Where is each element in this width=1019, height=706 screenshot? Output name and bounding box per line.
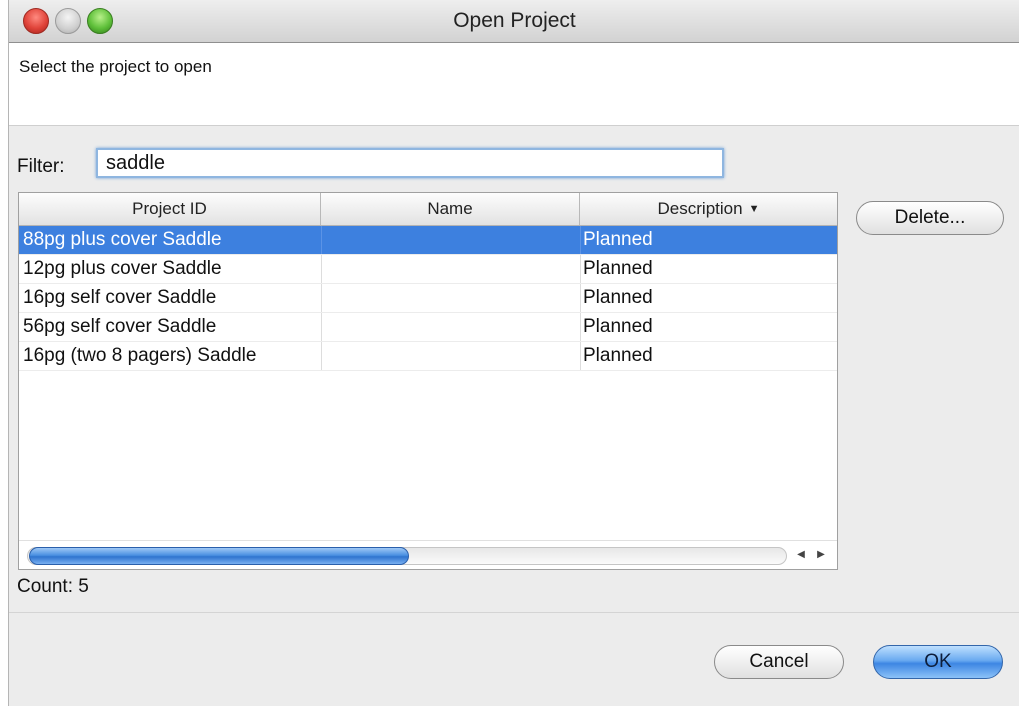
cancel-button[interactable]: Cancel — [714, 645, 844, 679]
projects-table: Project ID Name Description ▼ 88pg plus c… — [18, 192, 838, 570]
cell-project-id: 16pg self cover Saddle — [23, 287, 217, 308]
cell-name — [321, 226, 580, 254]
column-header-description[interactable]: Description ▼ — [580, 193, 837, 225]
cell-project-id: 16pg (two 8 pagers) Saddle — [23, 345, 257, 366]
cell-description: Planned — [580, 226, 840, 254]
ok-button[interactable]: OK — [873, 645, 1003, 679]
table-row[interactable]: 56pg self cover Saddle Planned — [19, 313, 837, 342]
sort-descending-icon: ▼ — [748, 203, 760, 215]
result-count: Count: 5 — [17, 576, 89, 597]
delete-button[interactable]: Delete... — [856, 201, 1004, 235]
dialog-header: Select the project to open — [9, 43, 1019, 126]
cell-description: Planned — [580, 313, 840, 341]
instruction-text: Select the project to open — [19, 57, 212, 76]
footer-divider — [9, 612, 1019, 613]
table-header: Project ID Name Description ▼ — [19, 193, 837, 226]
scroll-left-icon[interactable]: ◀ — [793, 547, 809, 563]
title-bar[interactable]: Open Project — [9, 0, 1019, 43]
cell-description: Planned — [580, 342, 840, 370]
cell-name — [321, 313, 580, 341]
cell-name — [321, 255, 580, 283]
cell-name — [321, 284, 580, 312]
cell-description: Planned — [580, 284, 840, 312]
scroll-right-icon[interactable]: ▶ — [813, 547, 829, 563]
filter-input[interactable] — [96, 148, 724, 178]
window-title: Open Project — [453, 9, 576, 32]
column-header-project-id[interactable]: Project ID — [19, 193, 321, 225]
table-row[interactable]: 16pg (two 8 pagers) Saddle Planned — [19, 342, 837, 371]
cell-project-id: 12pg plus cover Saddle — [23, 258, 222, 279]
column-header-name[interactable]: Name — [321, 193, 580, 225]
cell-name — [321, 342, 580, 370]
table-body: 88pg plus cover Saddle Planned 12pg plus c… — [19, 226, 837, 371]
table-row[interactable]: 16pg self cover Saddle Planned — [19, 284, 837, 313]
horizontal-scrollbar[interactable]: ◀ ▶ — [19, 540, 837, 569]
cell-project-id: 56pg self cover Saddle — [23, 316, 217, 337]
scrollbar-thumb[interactable] — [29, 547, 409, 565]
table-row[interactable]: 12pg plus cover Saddle Planned — [19, 255, 837, 284]
filter-label: Filter: — [17, 156, 65, 177]
cell-description: Planned — [580, 255, 840, 283]
open-project-dialog: Open Project Select the project to open … — [8, 0, 1019, 706]
table-row[interactable]: 88pg plus cover Saddle Planned — [19, 226, 837, 255]
cell-project-id: 88pg plus cover Saddle — [23, 229, 222, 250]
